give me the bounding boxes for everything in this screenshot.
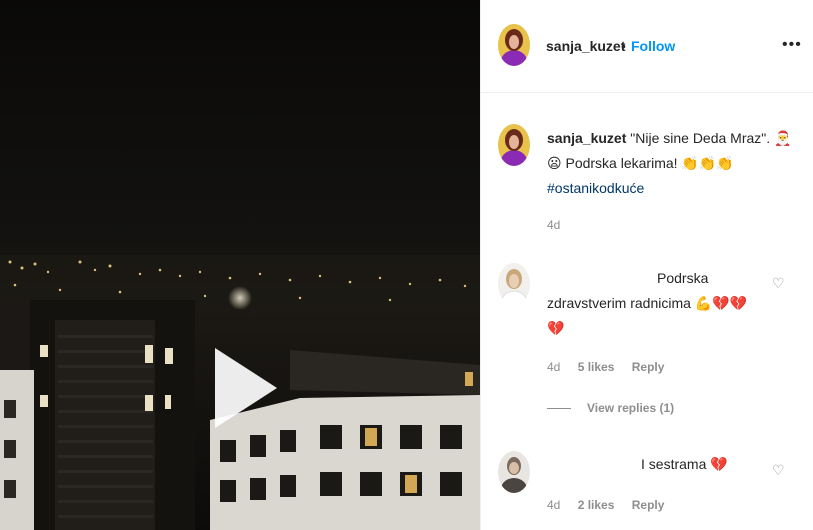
comment-1-meta: 4d 5 likes Reply	[547, 360, 678, 374]
comment-1-avatar-image	[498, 263, 530, 305]
comment-2-like-heart-icon[interactable]: ♡	[772, 462, 785, 479]
author-avatar-image	[498, 24, 530, 66]
view-replies-button[interactable]: View replies (1)	[547, 401, 674, 415]
play-button[interactable]	[205, 343, 285, 433]
caption-author-avatar[interactable]	[498, 124, 530, 166]
comment-2-avatar-image	[498, 451, 530, 493]
post-caption: sanja_kuzet "Nije sine Deda Mraz". 🎅 😦 P…	[547, 126, 797, 201]
author-avatar[interactable]	[498, 24, 530, 66]
comment-2-reply-button[interactable]: Reply	[632, 498, 665, 512]
author-username[interactable]: sanja_kuzet	[546, 38, 625, 54]
comment-1-text-line-2: zdravstverim radnicima 💪💔💔	[547, 295, 748, 311]
caption-text-line-1: "Nije sine Deda Mraz". 🎅	[630, 130, 792, 146]
comment-2-meta: 4d 2 likes Reply	[547, 498, 678, 512]
caption-hashtag[interactable]: #ostanikodkuće	[547, 180, 644, 196]
comment-1-reply-button[interactable]: Reply	[632, 360, 665, 374]
comment-1-avatar[interactable]	[498, 263, 530, 305]
comment-1-text-line-3: 💔	[547, 320, 565, 336]
comment-2-time[interactable]: 4d	[547, 498, 560, 512]
post-side-panel: sanja_kuzet • Follow ••• sanja_kuzet "Ni…	[480, 0, 813, 530]
view-replies-line	[547, 408, 571, 410]
comment-1-likes[interactable]: 5 likes	[578, 360, 615, 374]
caption-text-line-2: 😦 Podrska lekarima! 👏👏👏	[547, 155, 734, 171]
comment-1-time[interactable]: 4d	[547, 360, 560, 374]
comment-2-avatar[interactable]	[498, 451, 530, 493]
comment-2-likes[interactable]: 2 likes	[578, 498, 615, 512]
separator-dot: •	[621, 38, 626, 54]
play-icon	[215, 348, 277, 428]
comment-1-text-line-1: Podrska	[657, 270, 709, 286]
view-replies-label: View replies (1)	[587, 401, 675, 415]
caption-username[interactable]: sanja_kuzet	[547, 130, 626, 146]
follow-button[interactable]: Follow	[631, 38, 675, 54]
comment-1-like-heart-icon[interactable]: ♡	[772, 275, 785, 292]
caption-time[interactable]: 4d	[547, 218, 560, 232]
comment-2-text: I sestrama 💔	[641, 456, 728, 472]
caption-avatar-image	[498, 124, 530, 166]
post-video[interactable]	[0, 0, 480, 530]
night-city-scene	[0, 0, 480, 530]
more-options-icon[interactable]: •••	[782, 36, 802, 54]
post-header: sanja_kuzet • Follow •••	[481, 0, 813, 93]
instagram-post-view: sanja_kuzet • Follow ••• sanja_kuzet "Ni…	[0, 0, 813, 530]
comment-1-text: Podrska zdravstverim radnicima 💪💔💔 💔	[547, 266, 757, 341]
